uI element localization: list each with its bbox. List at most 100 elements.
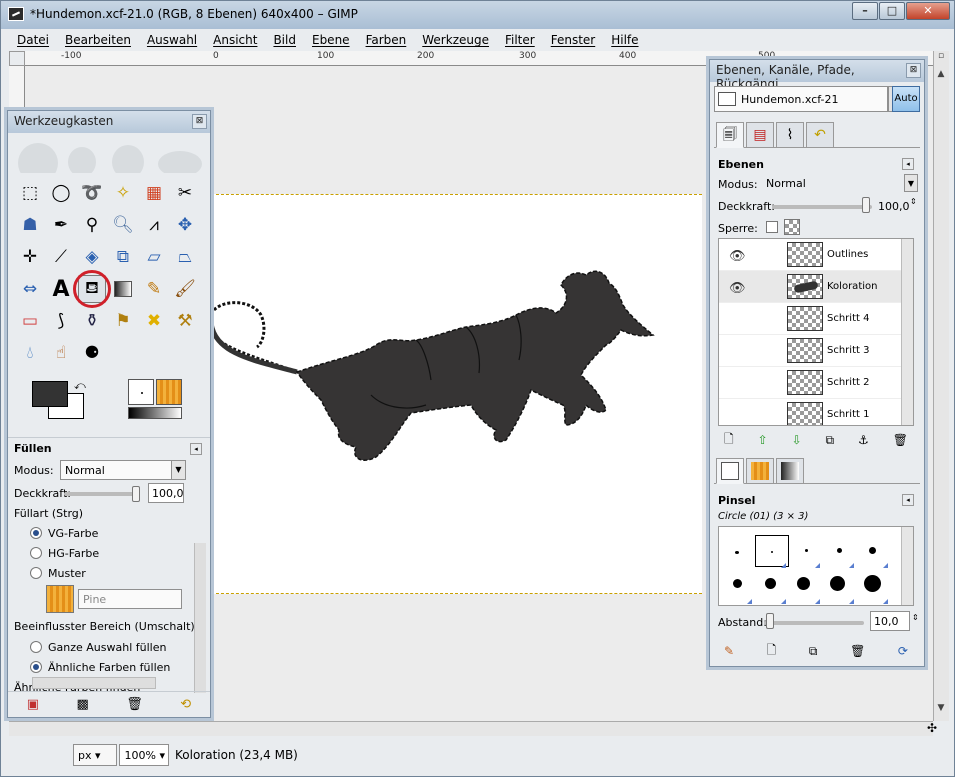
tab-undo[interactable]: ↶ [806, 122, 834, 148]
menu-ebene[interactable]: Ebene [304, 30, 358, 50]
color-picker-tool[interactable]: ⚲ [78, 211, 106, 239]
layer-row[interactable]: Schritt 1 [719, 399, 913, 425]
spacing-slider[interactable] [764, 621, 864, 625]
layer-opacity-slider[interactable] [772, 205, 872, 209]
minimize-button[interactable]: – [852, 2, 878, 20]
spin-arrows-icon[interactable]: ⇕ [912, 613, 919, 622]
delete-options-icon[interactable]: 🗑︎ [126, 697, 143, 712]
fill-fg-row[interactable]: VG-Farbe [8, 523, 210, 543]
fill-fg-radio[interactable] [30, 527, 42, 539]
vertical-scrollbar[interactable]: ▫ ▲ ▼ [933, 51, 949, 721]
area-similar-radio[interactable] [30, 661, 42, 673]
scale-tool[interactable]: ⧉ [109, 243, 137, 271]
clone-tool[interactable]: ⚑ [109, 307, 137, 335]
active-gradient-preview[interactable] [128, 407, 182, 419]
layers-panel-menu-icon[interactable]: ◂ [902, 158, 914, 170]
zoom-lock-icon[interactable]: ▫ [934, 51, 948, 65]
eye-icon[interactable]: 👁︎ [729, 281, 746, 296]
foreground-select-tool[interactable]: ☗ [16, 211, 44, 239]
menu-bild[interactable]: Bild [265, 30, 304, 50]
active-pattern-preview[interactable] [156, 379, 182, 405]
fill-pattern-radio[interactable] [30, 567, 42, 579]
brush-item[interactable] [735, 551, 739, 554]
brush-item[interactable] [733, 579, 742, 588]
spacing-value[interactable]: 10,0 [870, 611, 910, 631]
unit-select[interactable]: px ▾ [73, 744, 117, 766]
anchor-layer-icon[interactable]: ⚓︎ [858, 433, 869, 447]
layer-opacity-value[interactable]: 100,0 [878, 200, 910, 213]
active-brush-preview[interactable] [128, 379, 154, 405]
menu-werkzeuge[interactable]: Werkzeuge [414, 30, 497, 50]
lock-pixels-checkbox[interactable] [766, 221, 778, 233]
paths-tool[interactable]: ✒ [47, 211, 75, 239]
tool-options-hscrollbar[interactable] [32, 677, 156, 689]
blend-tool[interactable] [109, 275, 137, 303]
layers-dock-close-button[interactable]: ⊠ [906, 63, 921, 78]
brush-item[interactable] [864, 575, 881, 592]
fill-bg-radio[interactable] [30, 547, 42, 559]
horizontal-scrollbar[interactable] [9, 721, 933, 736]
ink-tool[interactable]: ⚱ [78, 307, 106, 335]
foreground-color-swatch[interactable] [32, 381, 68, 407]
close-button[interactable]: ✕ [906, 2, 950, 20]
eye-icon[interactable]: 👁︎ [729, 249, 746, 264]
title-bar[interactable]: *Hundemon.xcf-21.0 (RGB, 8 Ebenen) 640x4… [1, 1, 954, 29]
lower-layer-icon[interactable]: ⇩ [792, 433, 802, 447]
fill-pattern-row[interactable]: Muster [8, 563, 210, 583]
pattern-name-field[interactable]: Pine [78, 589, 182, 609]
brush-item[interactable] [869, 547, 876, 554]
bucket-fill-tool[interactable]: ⛾ [73, 270, 111, 308]
brush-item[interactable] [765, 578, 776, 589]
rotate-tool[interactable]: ◈ [78, 243, 106, 271]
delete-brush-icon[interactable]: 🗑︎ [850, 644, 865, 658]
lock-alpha-icon[interactable] [784, 219, 800, 235]
brush-item[interactable] [797, 577, 810, 590]
toolbox-title-bar[interactable]: Werkzeugkasten ⊠ [8, 111, 210, 133]
fill-mode-select[interactable]: Normal ▼ [60, 460, 186, 480]
menu-bearbeiten[interactable]: Bearbeiten [57, 30, 139, 50]
reset-options-icon[interactable]: ⟲ [180, 697, 191, 712]
area-similar-row[interactable]: Ähnliche Farben füllen [8, 657, 210, 677]
tab-patterns[interactable] [746, 458, 774, 484]
ellipse-select-tool[interactable]: ◯ [47, 179, 75, 207]
delete-layer-icon[interactable]: 🗑︎ [893, 433, 908, 447]
new-brush-icon[interactable]: 🗋︎ [767, 641, 777, 662]
heal-tool[interactable]: ✖ [140, 307, 168, 335]
tool-options-scrollbar[interactable] [194, 543, 206, 693]
tab-paths[interactable]: ⌇ [776, 122, 804, 148]
fill-opacity-value[interactable]: 100,0 [148, 483, 184, 503]
quick-mask-toggle[interactable] [9, 51, 25, 66]
layer-row[interactable]: Schritt 3 [719, 335, 913, 367]
blur-tool[interactable]: 💧︎ [16, 339, 44, 367]
raise-layer-icon[interactable]: ⇧ [758, 433, 768, 447]
layer-mode-select[interactable]: Normal ▼ [762, 174, 918, 194]
brush-grid[interactable] [718, 526, 914, 606]
layer-list-scrollbar[interactable] [901, 239, 913, 425]
brush-item[interactable] [837, 548, 842, 553]
layer-row[interactable]: Schritt 4 [719, 303, 913, 335]
edit-brush-icon[interactable]: ✎ [724, 644, 734, 658]
move-tool[interactable]: ✥ [171, 211, 199, 239]
paintbrush-tool[interactable]: 🖌︎ [171, 275, 199, 303]
tab-brushes[interactable] [716, 458, 744, 484]
new-layer-icon[interactable]: 🗋︎ [724, 430, 734, 451]
restore-options-icon[interactable]: ▩ [77, 697, 89, 712]
dodge-burn-tool[interactable]: ⚈ [78, 339, 106, 367]
image-select[interactable]: Hundemon.xcf-21 [714, 86, 888, 112]
eraser-tool[interactable]: ▭ [16, 307, 44, 335]
maximize-button[interactable]: □ [879, 2, 905, 20]
tab-layers[interactable]: 🗐︎ [716, 122, 744, 148]
text-tool[interactable]: A [47, 275, 75, 303]
swap-colors-icon[interactable]: ⤺ [74, 379, 86, 393]
brush-grid-scrollbar[interactable] [901, 527, 913, 605]
tab-channels[interactable]: ▤ [746, 122, 774, 148]
menu-auswahl[interactable]: Auswahl [139, 30, 205, 50]
duplicate-layer-icon[interactable]: ⧉ [826, 433, 835, 448]
layer-opacity-knob[interactable] [862, 197, 870, 213]
layer-row[interactable]: 👁︎ Outlines [719, 239, 913, 271]
fill-bg-row[interactable]: HG-Farbe [8, 543, 210, 563]
select-by-color-tool[interactable]: ▦ [140, 179, 168, 207]
scissors-tool[interactable]: ✂ [171, 179, 199, 207]
menu-datei[interactable]: Datei [9, 30, 57, 50]
wilber-drop-zone[interactable] [8, 133, 210, 173]
